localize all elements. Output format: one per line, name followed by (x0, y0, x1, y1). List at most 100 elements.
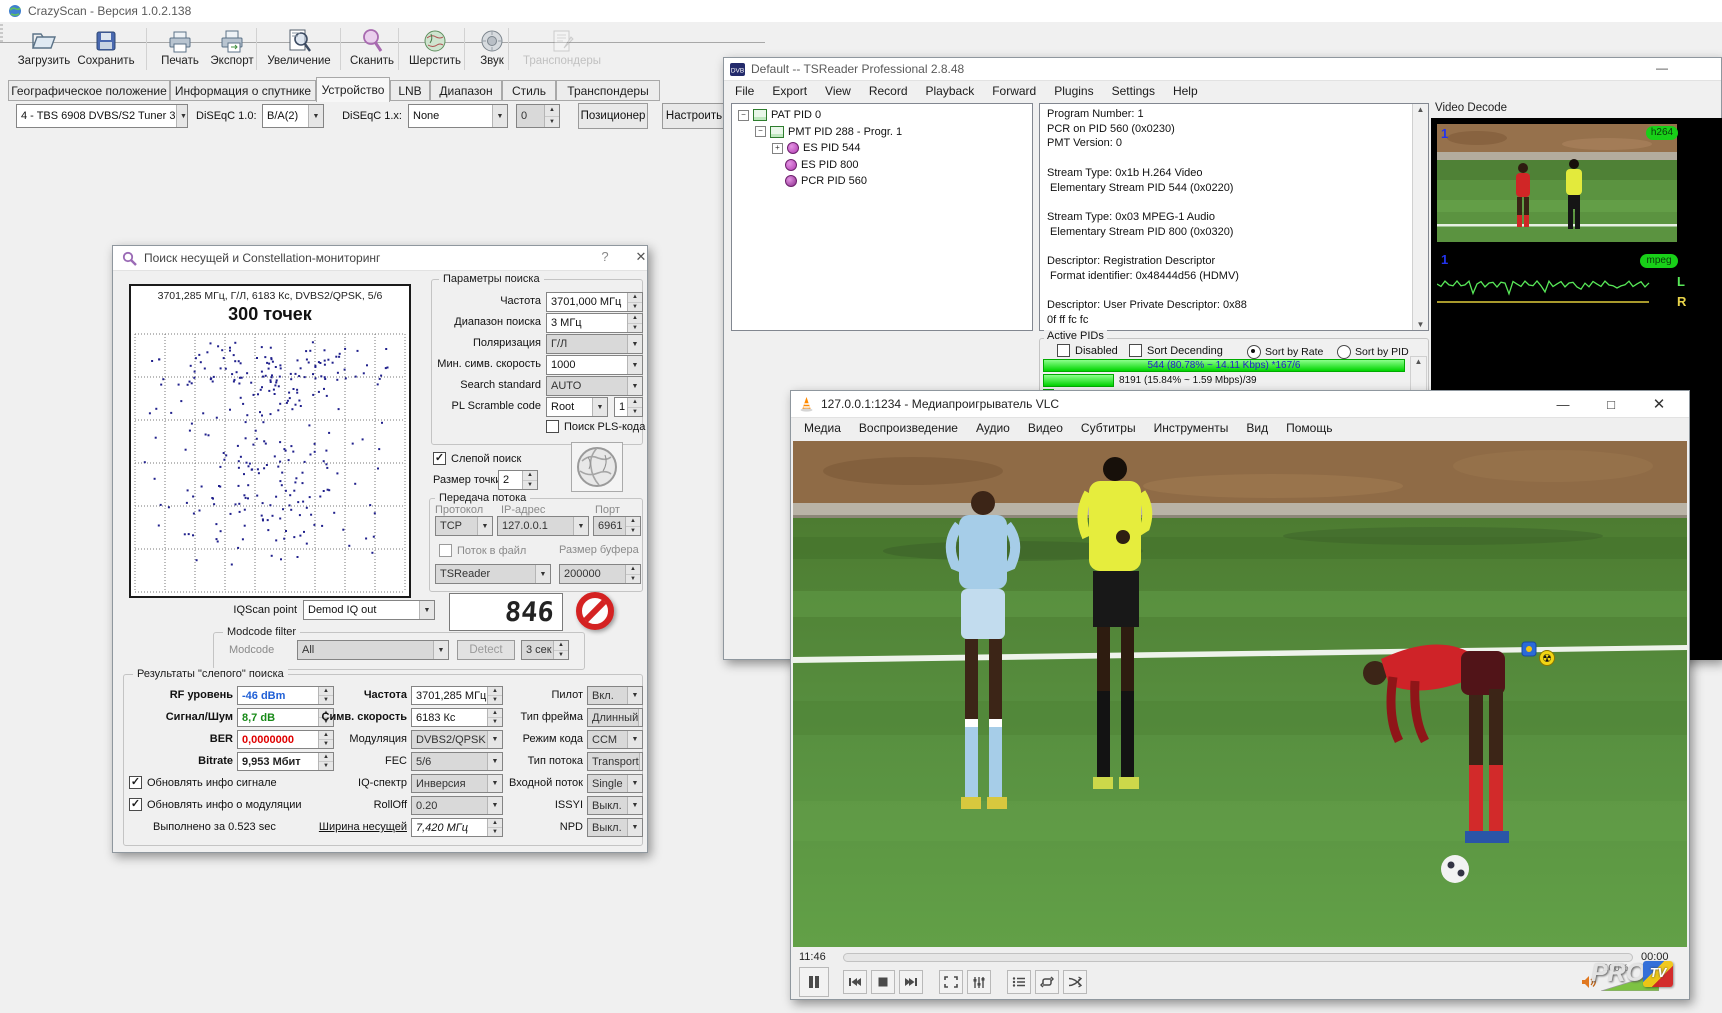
pid-bar[interactable]: 8191 (15.84% ~ 1.59 Mbps)/39 (1043, 374, 1405, 387)
iqscan-select[interactable]: Demod IQ out▼ (303, 600, 435, 620)
vlc-close-button[interactable]: ✕ (1639, 391, 1679, 417)
result2-field-0[interactable]: 3701,285 МГц▲▼ (411, 686, 503, 705)
update-modulation-checkbox[interactable]: ✓Обновлять инфо о модуляции (129, 798, 302, 811)
param-field-1[interactable]: 3 МГц▲▼ (546, 313, 643, 333)
param-field-0[interactable]: 3701,000 МГц▲▼ (546, 292, 643, 312)
pause-button[interactable] (799, 967, 829, 997)
menu-export[interactable]: Export (763, 81, 816, 101)
tab-x5[interactable]: Стиль (502, 80, 556, 101)
tree-item-pat-pid-0[interactable]: −PAT PID 0 (738, 109, 821, 121)
radiation-icon[interactable]: ☢ (1539, 650, 1555, 671)
info-scrollbar[interactable]: ▲▼ (1412, 104, 1428, 330)
stream-to-file-checkbox[interactable]: Поток в файл (439, 544, 526, 557)
extended-settings-button[interactable] (967, 970, 991, 994)
vlc-menu-1[interactable]: Воспроизведение (850, 418, 967, 438)
result2-field-2[interactable]: DVBS2/QPSK▼ (411, 730, 503, 749)
tree-item-pcr-pid-560[interactable]: PCR PID 560 (772, 175, 867, 187)
modcode-select[interactable]: All▼ (297, 640, 449, 660)
result3-field-3[interactable]: Transport▼ (587, 752, 643, 771)
result2-field-4[interactable]: Инверсия▼ (411, 774, 503, 793)
tab-x6[interactable]: Транспондеры (556, 80, 660, 101)
next-button[interactable] (899, 970, 923, 994)
loop-button[interactable] (1035, 970, 1059, 994)
positioner-button[interactable]: Позиционер (578, 103, 648, 129)
menu-settings[interactable]: Settings (1103, 81, 1164, 101)
tab-x3[interactable]: LNB (390, 80, 430, 101)
configure-button[interactable]: Настроить (662, 103, 726, 129)
toolbar-button-sweep[interactable]: Шерстить (402, 25, 468, 77)
previous-button[interactable] (843, 970, 867, 994)
toolbar-button-open-folder[interactable]: Загрузить (12, 25, 76, 77)
random-button[interactable] (1063, 970, 1087, 994)
result3-field-4[interactable]: Single▼ (587, 774, 643, 793)
vlc-menu-4[interactable]: Субтитры (1072, 418, 1145, 438)
menu-help[interactable]: Help (1164, 81, 1207, 101)
scroll-up-icon[interactable]: ▲ (1413, 105, 1428, 114)
result2-field-1[interactable]: 6183 Кс▲▼ (411, 708, 503, 727)
toolbar-button-zoom-doc[interactable]: Увеличение (262, 25, 336, 77)
port-spinner[interactable]: 6961▲▼ (593, 516, 641, 536)
toolbar-button-print[interactable]: Печать (152, 25, 208, 77)
pls-search-checkbox[interactable]: Поиск PLS-кода (546, 420, 645, 433)
param-field2-5[interactable]: 1▲▼ (614, 397, 643, 417)
tree-item-es-pid-544[interactable]: +ES PID 544 (772, 142, 860, 154)
vlc-menu-6[interactable]: Вид (1237, 418, 1277, 438)
result2-field-5[interactable]: 0.20▼ (411, 796, 503, 815)
vlc-maximize-button[interactable]: □ (1591, 391, 1631, 417)
seek-bar[interactable] (843, 953, 1633, 962)
menu-forward[interactable]: Forward (983, 81, 1045, 101)
menu-plugins[interactable]: Plugins (1045, 81, 1102, 101)
param-field-3[interactable]: 1000▼ (546, 355, 643, 375)
detect-button[interactable]: Detect (457, 640, 515, 660)
scroll-down-icon[interactable]: ▼ (1413, 320, 1428, 329)
reader-select[interactable]: TSReader▼ (435, 564, 551, 584)
result3-field-1[interactable]: Длинный▼ (587, 708, 643, 727)
toolbar-button-scan[interactable]: Сканить (342, 25, 402, 77)
expand-plus-icon[interactable]: + (772, 143, 783, 154)
file-icon[interactable] (1521, 641, 1537, 662)
tab-x1[interactable]: Информация о спутнике (170, 80, 316, 101)
playlist-button[interactable] (1007, 970, 1031, 994)
collapse-minus-icon[interactable]: − (738, 110, 749, 121)
ip-select[interactable]: 127.0.0.1▼ (497, 516, 589, 536)
menu-file[interactable]: File (726, 81, 763, 101)
protocol-select[interactable]: TCP▼ (435, 516, 493, 536)
sort-by-rate-radio[interactable]: Sort by Rate (1247, 345, 1323, 359)
detect-interval-spinner[interactable]: 3 сек▲▼ (521, 640, 569, 660)
param-field-2[interactable]: Г/Л▼ (546, 334, 643, 354)
fullscreen-button[interactable] (939, 970, 963, 994)
disabled-checkbox[interactable]: Disabled (1057, 344, 1118, 357)
pid-bar[interactable]: 544 (80.78% ~ 14.11 Kbps) *167/6 (1043, 359, 1405, 372)
menu-record[interactable]: Record (860, 81, 917, 101)
tab-x4[interactable]: Диапазон (430, 80, 502, 101)
param-field-4[interactable]: AUTO▼ (546, 376, 643, 396)
sort-descending-checkbox[interactable]: Sort Decending (1129, 344, 1223, 357)
collapse-minus-icon[interactable]: − (755, 126, 766, 137)
result3-field-6[interactable]: Выкл.▼ (587, 818, 643, 837)
buffer-spinner[interactable]: 200000▲▼ (559, 564, 641, 584)
update-signal-checkbox[interactable]: ✓Обновлять инфо сигнале (129, 776, 277, 789)
vlc-menu-7[interactable]: Помощь (1277, 418, 1341, 438)
tab-x0[interactable]: Географическое положение (8, 80, 170, 101)
result2-field-3[interactable]: 5/6▼ (411, 752, 503, 771)
diseqc10-select[interactable]: B/A(2)▼ (262, 104, 324, 128)
menu-view[interactable]: View (816, 81, 860, 101)
toolbar-button-export[interactable]: Экспорт (202, 25, 262, 77)
vlc-menu-0[interactable]: Медиа (795, 418, 850, 438)
diseqc1x-select[interactable]: None▼ (408, 104, 508, 128)
result3-field-0[interactable]: Вкл.▼ (587, 686, 643, 705)
dot-size-spinner[interactable]: 2▲▼ (498, 470, 538, 490)
tuner-select[interactable]: 4 - TBS 6908 DVBS/S2 Tuner 3▼ (16, 104, 188, 128)
blind-search-checkbox[interactable]: ✓Слепой поиск (433, 452, 521, 465)
dialog-help-button[interactable]: ? (595, 249, 615, 267)
iq-monitor-button[interactable] (571, 442, 623, 492)
stop-button[interactable] (871, 970, 895, 994)
tsreader-minimize-button[interactable]: — (1644, 58, 1680, 80)
toolbar-button-transponders[interactable]: Транспондеры (516, 25, 608, 77)
param-field-5[interactable]: Root▼ (546, 397, 608, 417)
position-spinner[interactable]: 0▲▼ (516, 104, 560, 128)
result3-field-5[interactable]: Выкл.▼ (587, 796, 643, 815)
tree-item-es-pid-800[interactable]: ES PID 800 (772, 159, 858, 171)
vlc-menu-2[interactable]: Аудио (967, 418, 1019, 438)
sort-by-pid-radio[interactable]: Sort by PID (1337, 345, 1409, 359)
